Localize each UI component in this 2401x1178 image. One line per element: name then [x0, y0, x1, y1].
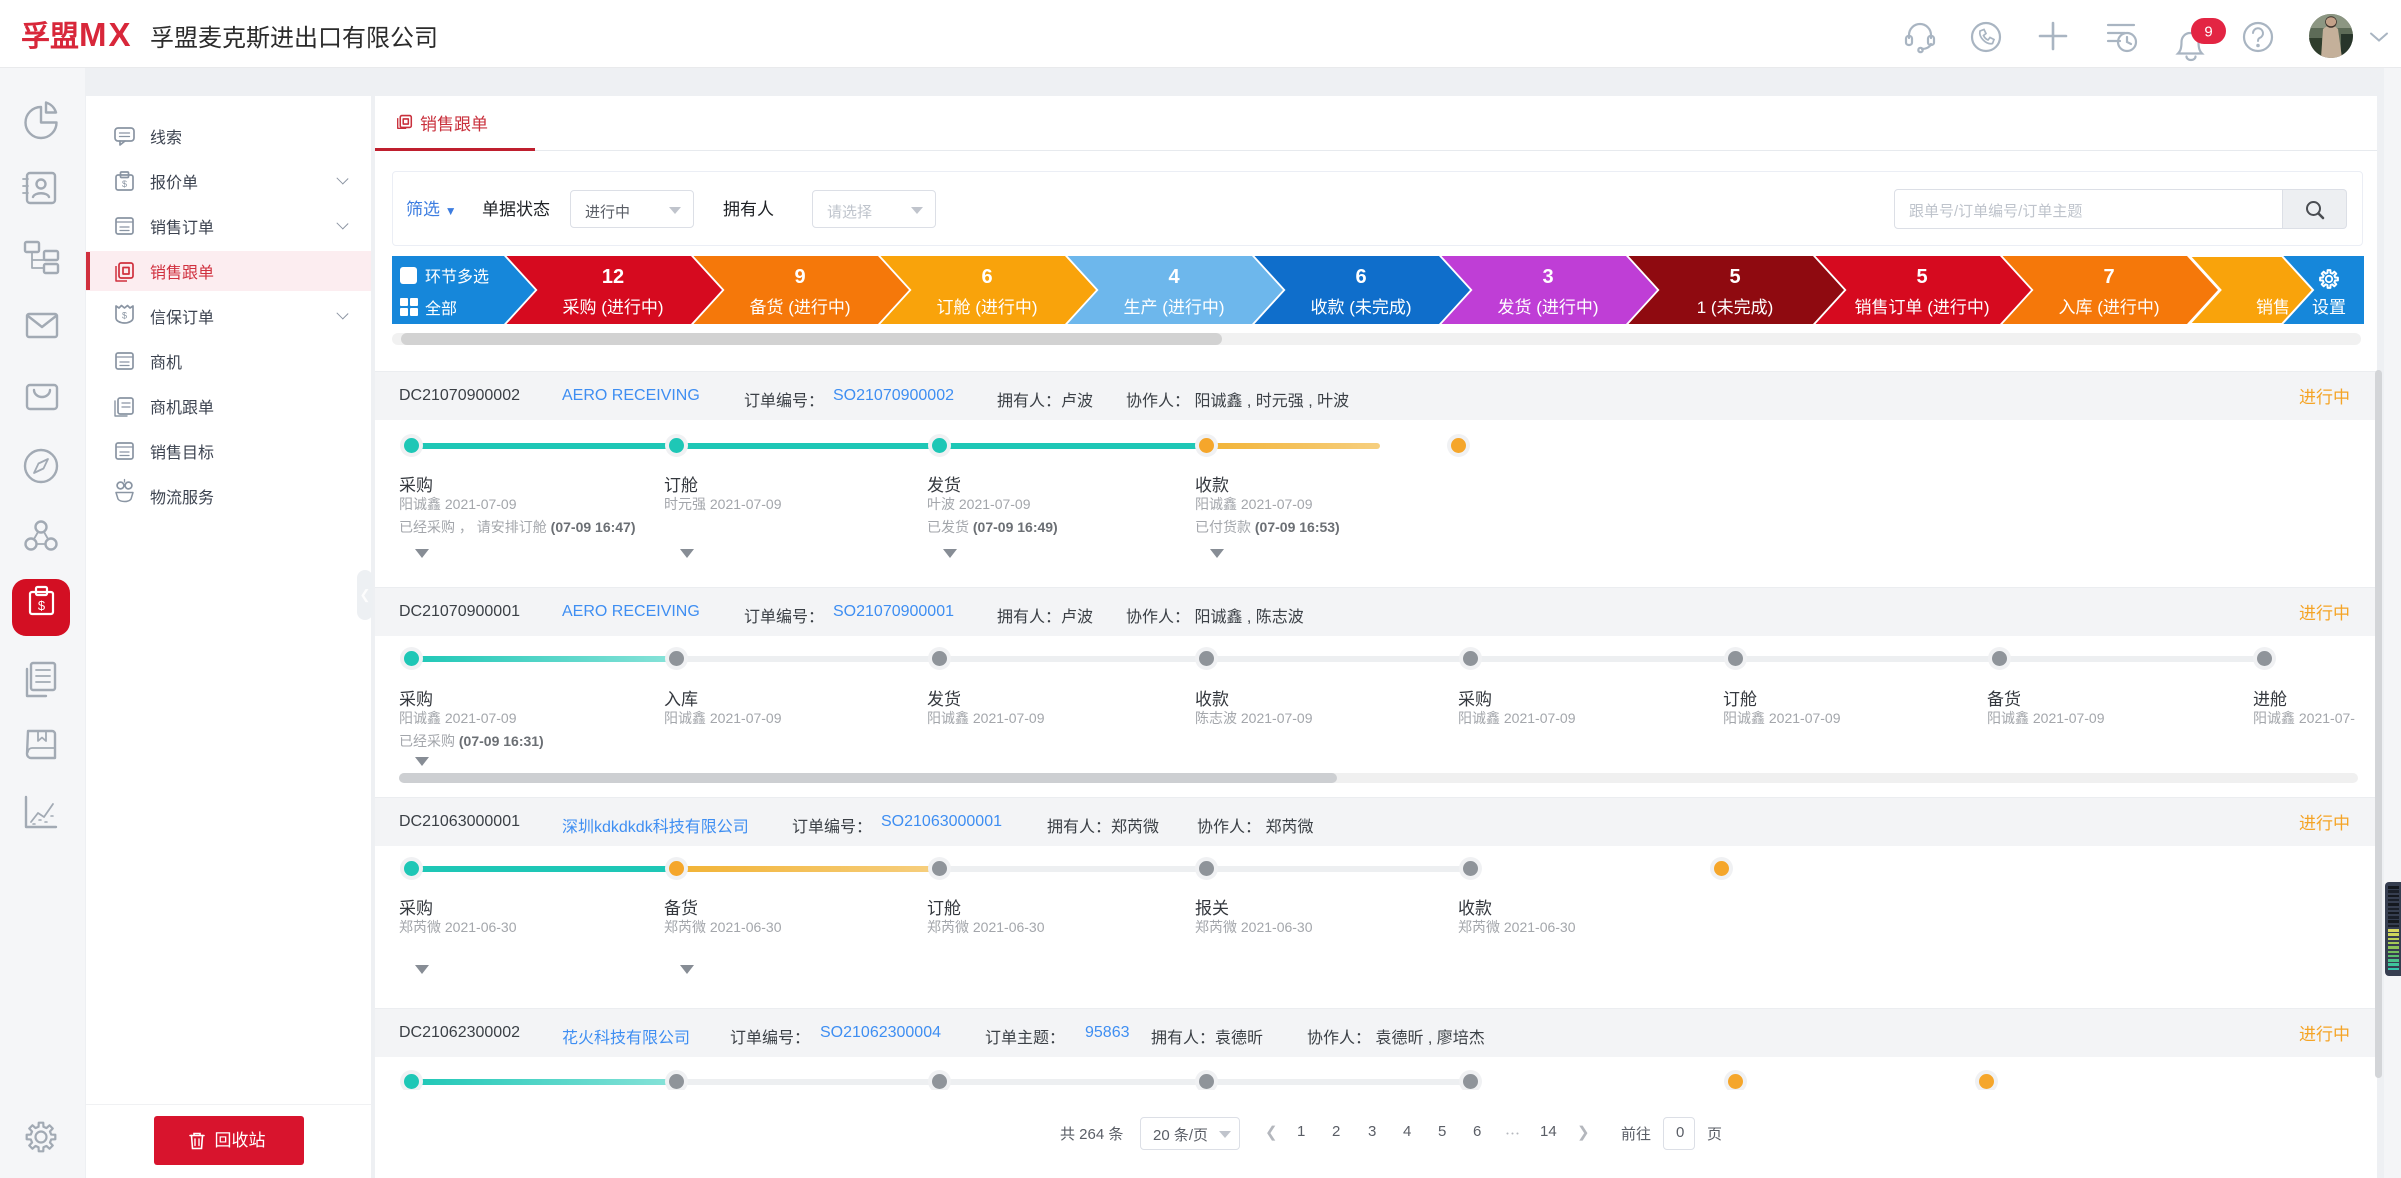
svg-text:12: 12: [602, 266, 624, 288]
svg-text:6: 6: [1355, 266, 1366, 288]
svg-text:3: 3: [1542, 266, 1553, 288]
svg-text:5: 5: [1729, 266, 1740, 288]
svg-text:销售订单 (进行中): 销售订单 (进行中): [1854, 298, 1989, 317]
svg-text:1 (未完成): 1 (未完成): [1697, 298, 1774, 317]
svg-text:发货 (进行中): 发货 (进行中): [1497, 298, 1598, 317]
svg-text:$: $: [38, 598, 46, 613]
svg-text:销售: 销售: [2256, 298, 2290, 317]
svg-text:订舱 (进行中): 订舱 (进行中): [936, 298, 1037, 317]
svg-text:生产 (进行中): 生产 (进行中): [1123, 298, 1224, 317]
svg-text:收款 (未完成): 收款 (未完成): [1310, 298, 1411, 317]
svg-text:7: 7: [2103, 266, 2114, 288]
svg-text:设置: 设置: [2312, 298, 2346, 317]
svg-text:全部: 全部: [425, 300, 457, 318]
svg-text:9: 9: [794, 266, 805, 288]
svg-text:入库 (进行中): 入库 (进行中): [2058, 298, 2159, 317]
svg-text:9: 9: [2204, 24, 2212, 41]
svg-text:5: 5: [1916, 266, 1927, 288]
svg-text:备货 (进行中): 备货 (进行中): [749, 298, 850, 317]
svg-text:采购 (进行中): 采购 (进行中): [562, 298, 663, 317]
svg-text:环节多选: 环节多选: [425, 268, 489, 286]
svg-text:4: 4: [1168, 266, 1180, 288]
svg-text:6: 6: [981, 266, 992, 288]
